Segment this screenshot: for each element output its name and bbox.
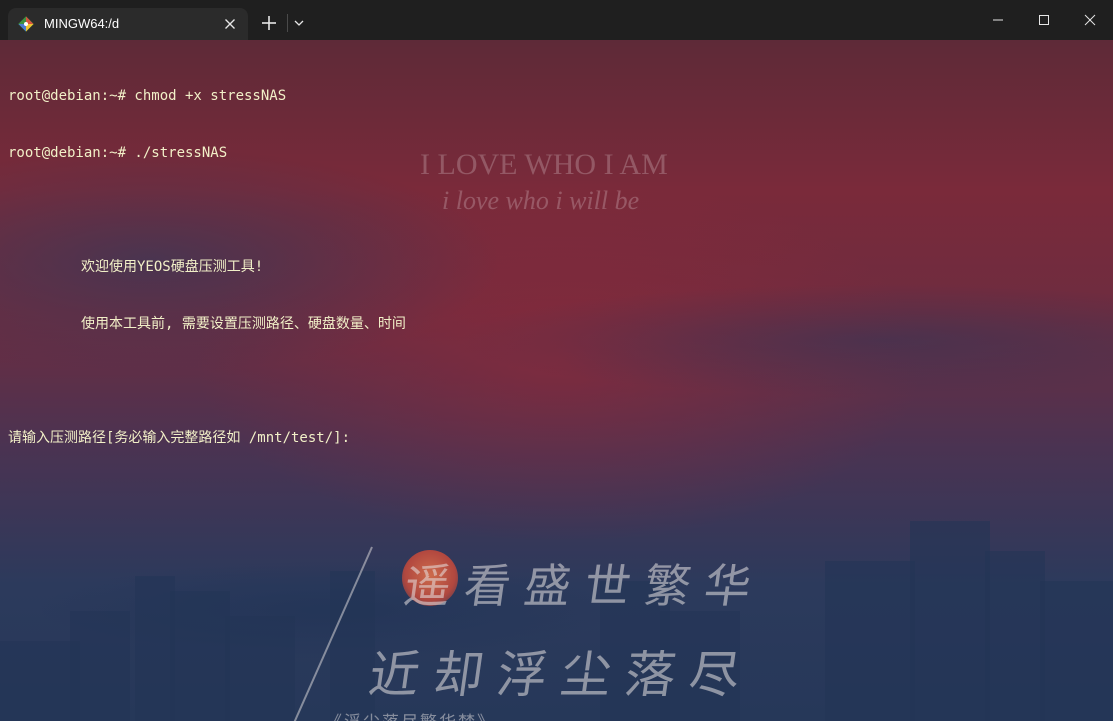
wallpaper-headline: I LOVE WHO I AM [420, 148, 668, 181]
terminal-output: root@debian:~# chmod +x stressNAS root@d… [8, 49, 406, 486]
wallpaper-poem-line1: 遥看盛世繁华 [400, 559, 769, 613]
minimize-button[interactable] [975, 0, 1021, 40]
maximize-icon [1039, 15, 1049, 25]
terminal-pane[interactable]: I LOVE WHO I AM i love who i will be 遥看盛… [0, 40, 1113, 721]
terminal-line: root@debian:~# ./stressNAS [8, 145, 228, 161]
tab-title: MINGW64:/d [44, 16, 120, 31]
new-tab-button[interactable] [256, 10, 282, 36]
minimize-icon [993, 19, 1003, 21]
profile-dropdown-button[interactable] [290, 12, 308, 34]
close-icon[interactable] [222, 16, 238, 32]
close-icon [1084, 14, 1096, 26]
terminal-line: 欢迎使用YEOS硬盘压测工具! [81, 259, 264, 275]
wallpaper-poem-line2: 近却浮尘落尽 [365, 646, 758, 704]
terminal-line: 使用本工具前, 需要设置压测路径、硬盘数量、时间 [81, 316, 406, 332]
title-bar: MINGW64:/d [0, 0, 1113, 40]
chevron-down-icon [290, 19, 308, 38]
tab-mingw64[interactable]: MINGW64:/d [8, 8, 248, 40]
close-window-button[interactable] [1067, 0, 1113, 40]
git-bash-icon [18, 16, 34, 32]
terminal-line: root@debian:~# chmod +x stressNAS [8, 88, 287, 104]
tab-divider [287, 14, 288, 32]
wallpaper-poem-title: 《浮尘落尽繁华梦》 [325, 708, 496, 721]
maximize-button[interactable] [1021, 0, 1067, 40]
plus-icon [256, 16, 282, 40]
terminal-prompt-line[interactable]: 请输入压测路径[务必输入完整路径如 /mnt/test/]: [8, 429, 406, 448]
wallpaper-subline: i love who i will be [442, 186, 640, 215]
